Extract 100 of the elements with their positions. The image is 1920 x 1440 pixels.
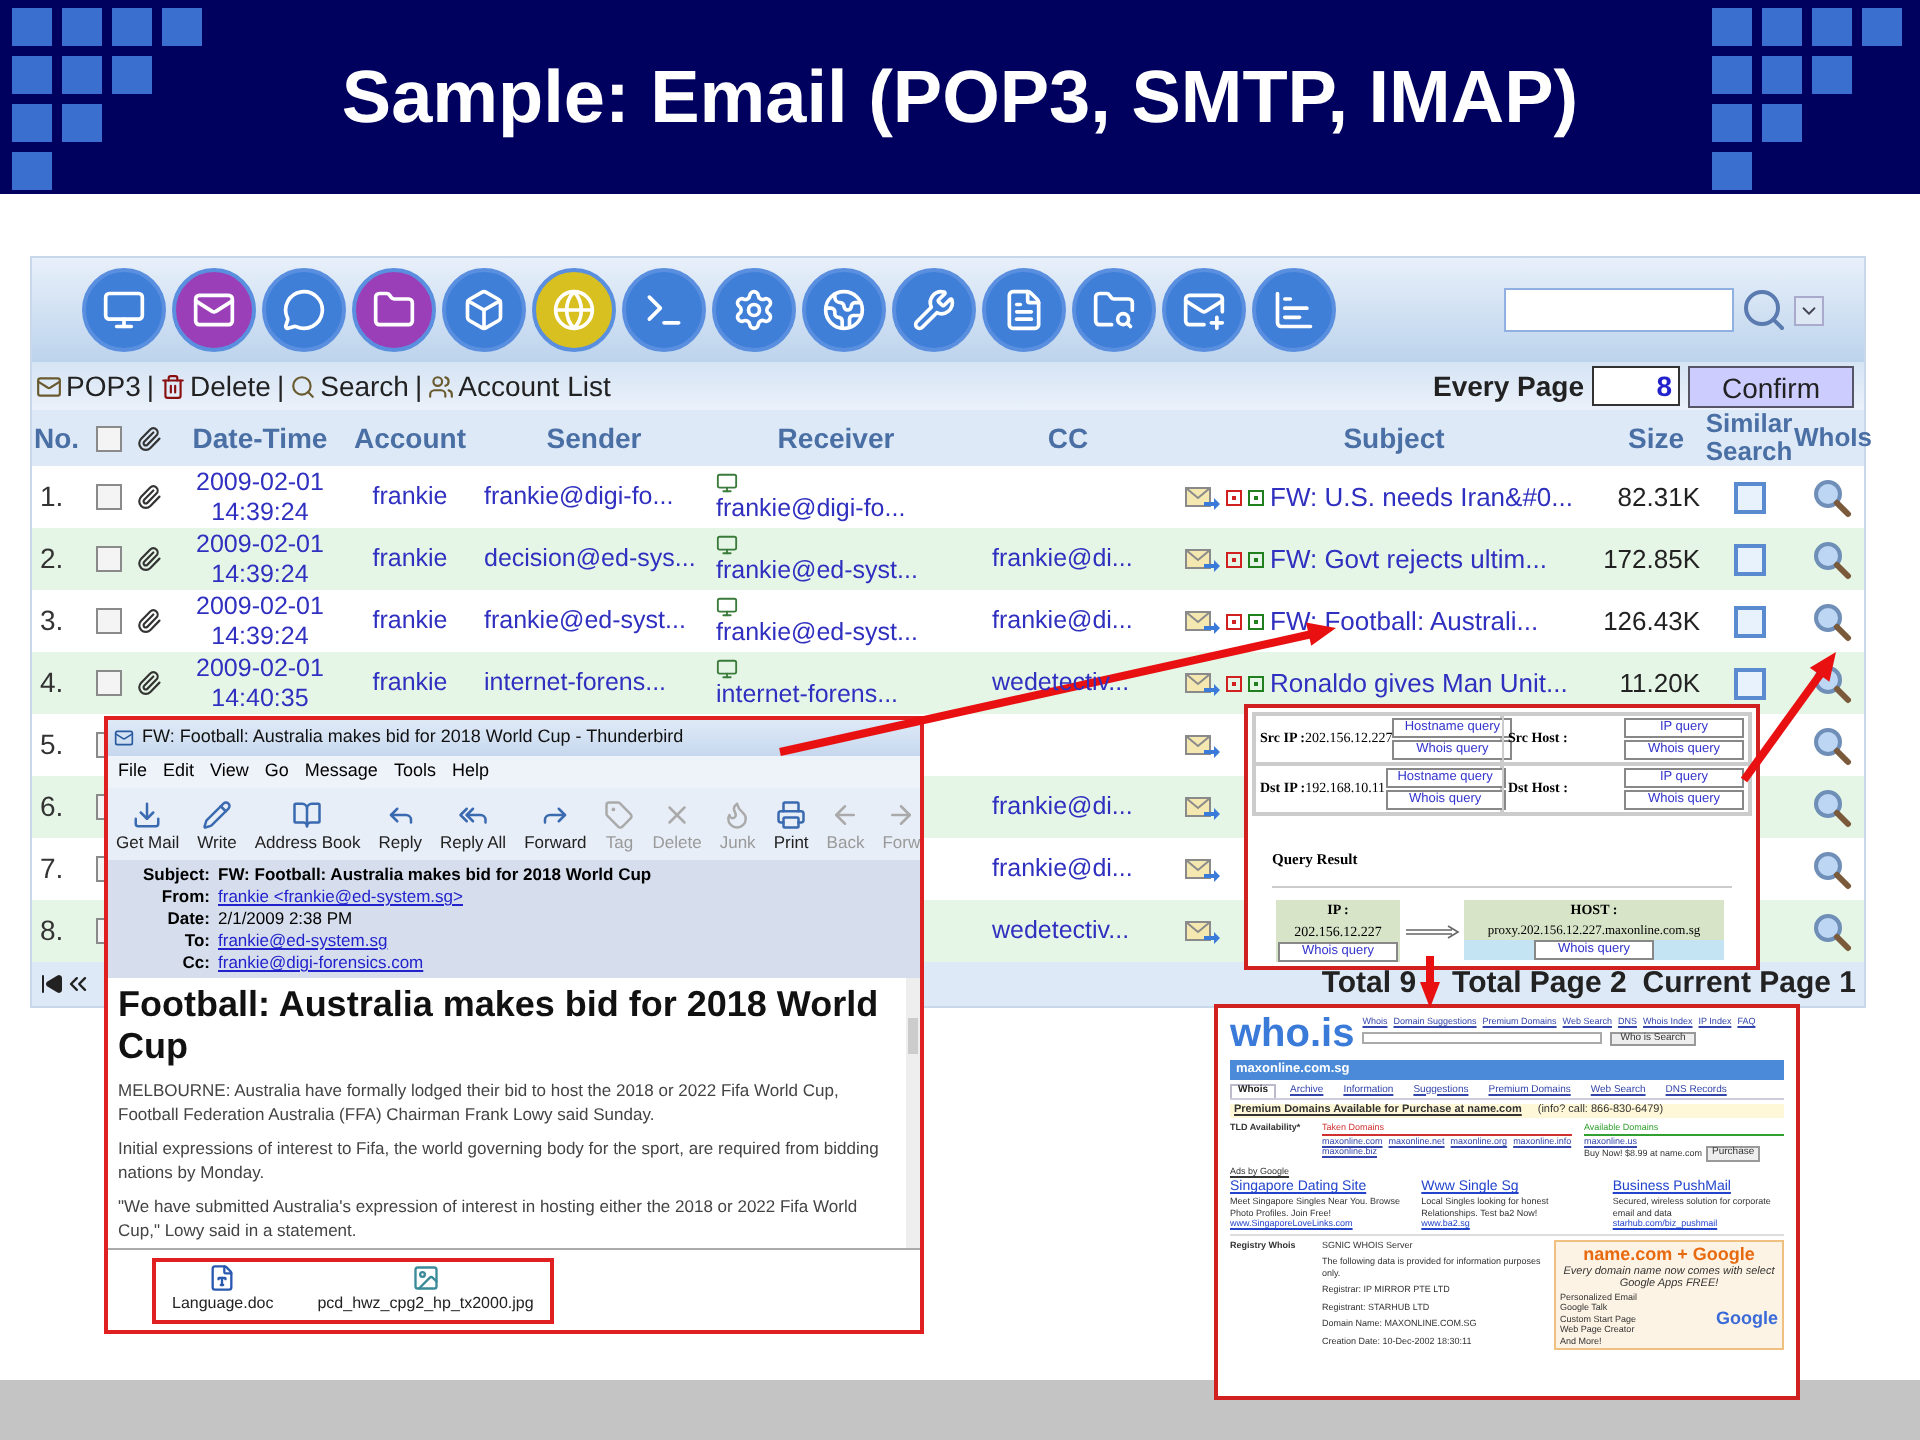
search-field[interactable] xyxy=(1504,288,1734,332)
whois-search-icon[interactable] xyxy=(1811,477,1851,517)
checkbox[interactable] xyxy=(96,794,104,820)
similar-search-icon[interactable] xyxy=(1733,605,1765,637)
printer-icon xyxy=(776,800,807,831)
account-cell-text: frankie xyxy=(372,480,448,515)
terminal-icon[interactable] xyxy=(622,268,706,352)
envelope-arrow-icon[interactable] xyxy=(1184,793,1220,821)
menu-item[interactable]: View xyxy=(210,758,249,786)
whois-search-icon[interactable] xyxy=(1811,787,1851,827)
mail-exchange-icon[interactable] xyxy=(1162,268,1246,352)
envelope-icon[interactable] xyxy=(172,268,256,352)
toolbar-button[interactable]: Forward xyxy=(524,800,587,856)
article-paragraph: MELBOURNE: Australia have formally lodged their bid to host the 2018 or 2022 Fifa World Cup, Football Federation Australia (FFA) Chairman Frank Lowy said Sunday. xyxy=(118,1080,841,1126)
paperclip-icon xyxy=(136,546,162,572)
confirm-button[interactable]: Confirm xyxy=(1687,365,1854,407)
checkbox[interactable] xyxy=(96,918,104,944)
toolbar-link[interactable]: Search xyxy=(290,365,409,407)
folder-icon[interactable] xyxy=(352,268,436,352)
menu-item[interactable]: Help xyxy=(451,758,489,786)
envelope-arrow-icon[interactable] xyxy=(1184,545,1220,573)
similar-search-icon[interactable] xyxy=(1733,543,1765,575)
dropdown-button[interactable] xyxy=(1794,295,1824,325)
cube-icon[interactable] xyxy=(442,268,526,352)
toolbar-link[interactable]: Delete xyxy=(160,365,271,407)
envelope-arrow-icon[interactable] xyxy=(1184,483,1220,511)
scrollbar[interactable] xyxy=(906,978,920,1248)
attachment-item[interactable]: pcd_hwz_cpg2_hp_tx2000.jpg xyxy=(317,1264,534,1316)
toolbar-button[interactable]: Get Mail xyxy=(116,800,180,856)
whois-search-icon[interactable] xyxy=(1811,911,1851,951)
every-page-label: Every Page xyxy=(1432,367,1584,406)
date-cell: 2009-02-01 xyxy=(196,653,324,683)
menu-item[interactable]: Go xyxy=(264,758,289,786)
subject-link[interactable]: FW: U.S. needs Iran&#0... xyxy=(1270,477,1573,517)
row-number: 2. xyxy=(38,540,66,578)
folder-search-icon[interactable] xyxy=(1072,268,1156,352)
forward-arrow-icon xyxy=(886,800,917,831)
header-link[interactable]: frankie <frankie@ed-system.sg> xyxy=(218,886,463,908)
checkbox[interactable] xyxy=(96,608,122,634)
earth-icon[interactable] xyxy=(802,268,886,352)
date-cell: 2009-02-01 xyxy=(196,591,324,621)
sender-cell: frankie@digi-fo... xyxy=(484,482,674,511)
envelope-arrow-icon[interactable] xyxy=(1184,917,1220,945)
similar-search-icon[interactable] xyxy=(1733,481,1765,513)
row-number: 4. xyxy=(38,664,66,702)
envelope-arrow-icon[interactable] xyxy=(1184,607,1220,635)
checkbox[interactable] xyxy=(96,546,122,572)
search-icon[interactable] xyxy=(1740,286,1788,334)
bar-chart-icon[interactable] xyxy=(1252,268,1336,352)
pointer-arrow xyxy=(1420,956,1440,1008)
subject-link[interactable]: Ronaldo gives Man Unit... xyxy=(1270,663,1568,703)
checkbox[interactable] xyxy=(96,425,122,451)
whois-search-field[interactable] xyxy=(1362,1032,1603,1045)
envelope-arrow-icon[interactable] xyxy=(1184,669,1220,697)
wrench-icon[interactable] xyxy=(892,268,976,352)
toolbar-button[interactable]: Address Book xyxy=(254,800,361,856)
envelope-arrow-icon[interactable] xyxy=(1184,855,1220,883)
menu-item[interactable]: Message xyxy=(304,758,378,786)
menu-item[interactable]: Tools xyxy=(393,758,436,786)
toolbar-button[interactable]: Print xyxy=(773,800,809,856)
header-link[interactable]: frankie@ed-system.sg xyxy=(218,930,388,952)
checkbox[interactable] xyxy=(96,732,104,758)
checkbox[interactable] xyxy=(96,670,122,696)
toolbar-link[interactable]: Account List xyxy=(428,365,611,407)
envelope-arrow-icon[interactable] xyxy=(1184,731,1220,759)
toolbar-button[interactable]: Reply xyxy=(378,800,422,856)
menu-item[interactable]: File xyxy=(118,758,148,786)
chat-icon[interactable] xyxy=(262,268,346,352)
page-size-field[interactable]: 8 xyxy=(1591,366,1680,406)
toolbar-button[interactable]: Write xyxy=(197,800,237,856)
header-link[interactable]: frankie@digi-forensics.com xyxy=(218,952,424,974)
checkbox[interactable] xyxy=(96,484,122,510)
menu-item[interactable]: Edit xyxy=(163,758,195,786)
whois-search-icon[interactable] xyxy=(1811,725,1851,765)
row-number: 3. xyxy=(38,602,66,640)
paperclip-icon xyxy=(136,425,162,451)
page-summary-text: Total 9 xyxy=(1321,963,1417,1004)
toolbar-link[interactable]: POP3 xyxy=(36,365,141,407)
column-header: Account xyxy=(352,424,468,452)
globe-icon[interactable] xyxy=(532,268,616,352)
settings-icon[interactable] xyxy=(712,268,796,352)
separator: | xyxy=(146,367,154,406)
subject-link[interactable]: FW: Govt rejects ultim... xyxy=(1270,539,1547,579)
envelope-icon xyxy=(36,373,62,399)
whois-search-icon[interactable] xyxy=(1811,539,1851,579)
computer-icon[interactable] xyxy=(82,268,166,352)
site-logo[interactable]: who.is xyxy=(1230,1012,1355,1056)
account-cell-text: frankie xyxy=(372,666,448,701)
document-icon[interactable] xyxy=(982,268,1066,352)
whois-search-icon[interactable] xyxy=(1811,849,1851,889)
whois-search-icon[interactable] xyxy=(1811,601,1851,641)
computer-icon xyxy=(716,596,738,618)
attachment-item[interactable]: Language.doc xyxy=(172,1264,274,1316)
first-page-icon[interactable] xyxy=(40,972,64,996)
checkbox[interactable] xyxy=(96,856,104,882)
subject-link[interactable]: FW: Football: Australi... xyxy=(1270,601,1539,641)
toolbar-button[interactable]: Reply All xyxy=(440,800,507,856)
slide-title: Sample: Email (POP3, SMTP, IMAP) xyxy=(339,53,1581,142)
cc-cell: frankie@di... xyxy=(992,854,1133,883)
similar-search-icon[interactable] xyxy=(1733,667,1765,699)
